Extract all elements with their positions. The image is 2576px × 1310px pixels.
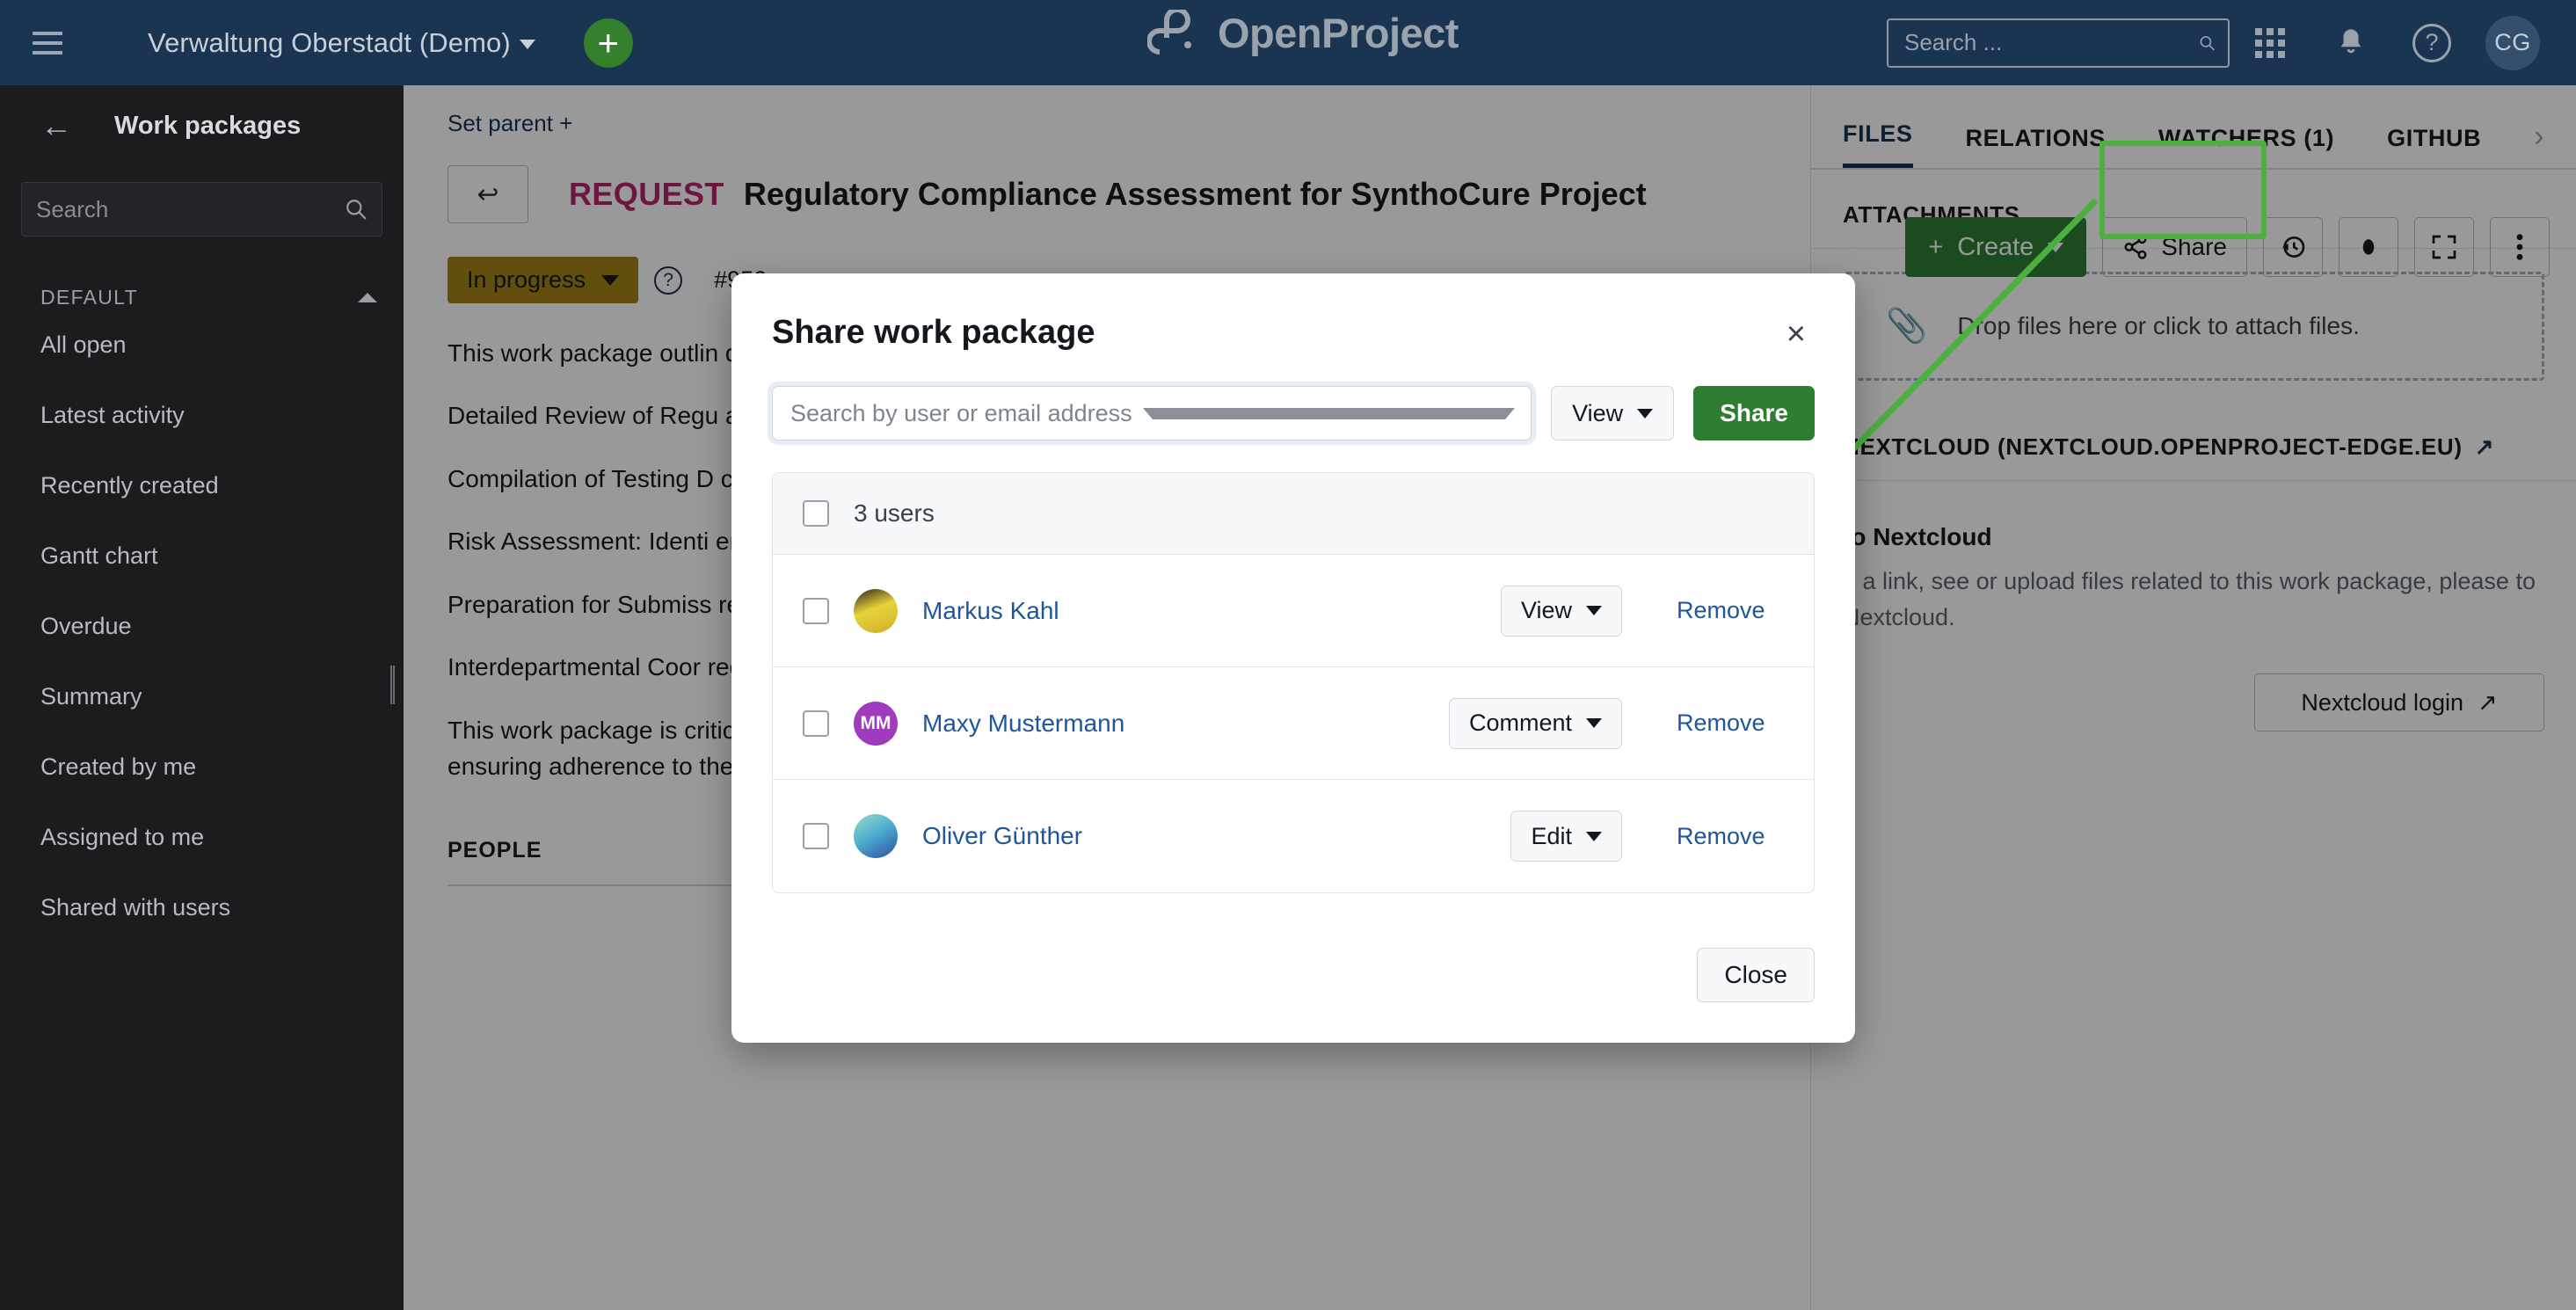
sidebar-item-all-open[interactable]: All open (0, 309, 404, 380)
user-search-placeholder: Search by user or email address (790, 400, 1143, 427)
modal-title: Share work package (772, 314, 1095, 352)
sidebar-item-shared-with-users[interactable]: Shared with users (0, 872, 404, 942)
user-name-link[interactable]: Oliver Günther (922, 822, 1082, 850)
help-button[interactable]: ? (2391, 0, 2472, 85)
user-name-link[interactable]: Maxy Mustermann (922, 710, 1124, 738)
user-menu-button[interactable]: CG (2472, 0, 2553, 85)
role-dropdown[interactable]: Comment (1449, 698, 1622, 749)
share-submit-button[interactable]: Share (1693, 386, 1815, 440)
project-selector[interactable]: Verwaltung Oberstadt (Demo) (148, 27, 535, 59)
sidebar-item-label: All open (40, 331, 127, 359)
share-submit-label: Share (1720, 399, 1788, 427)
project-name-label: Verwaltung Oberstadt (Demo) (148, 27, 511, 58)
sidebar-item-label: Shared with users (40, 894, 230, 921)
avatar: MM (854, 702, 898, 746)
avatar: CG (2485, 16, 2540, 70)
sidebar-item-label: Created by me (40, 753, 196, 781)
sidebar-item-label: Assigned to me (40, 824, 204, 851)
remove-link[interactable]: Remove (1677, 823, 1782, 850)
sidebar-title: Work packages (114, 112, 301, 141)
list-header: 3 users (773, 473, 1814, 555)
add-button[interactable]: + (584, 18, 633, 68)
role-label: Comment (1469, 710, 1572, 737)
sidebar-group-label: DEFAULT (40, 286, 138, 309)
top-bar: Verwaltung Oberstadt (Demo) + OpenProjec… (0, 0, 2576, 85)
hamburger-icon[interactable] (33, 32, 62, 55)
chevron-down-icon (520, 40, 535, 49)
role-dropdown[interactable]: Edit (1510, 811, 1622, 862)
table-row: MM Maxy Mustermann Comment Remove (773, 667, 1814, 780)
sidebar-item-latest-activity[interactable]: Latest activity (0, 380, 404, 450)
search-input[interactable] (1904, 29, 2199, 56)
chevron-down-icon (1637, 409, 1653, 418)
avatar (854, 589, 898, 633)
table-row: Oliver Günther Edit Remove (773, 780, 1814, 892)
chevron-down-icon (1586, 832, 1602, 841)
user-name-link[interactable]: Markus Kahl (922, 597, 1059, 625)
sidebar-item-label: Gantt chart (40, 542, 158, 570)
sidebar-item-label: Overdue (40, 613, 132, 640)
sidebar-resize-handle[interactable] (390, 666, 395, 704)
default-role-dropdown[interactable]: View (1551, 386, 1674, 440)
sidebar-item-assigned-to-me[interactable]: Assigned to me (0, 802, 404, 872)
grid-icon (2255, 28, 2285, 58)
avatar (854, 814, 898, 858)
select-all-checkbox[interactable] (803, 500, 829, 527)
search-icon (345, 198, 367, 221)
role-dropdown[interactable]: View (1501, 586, 1622, 637)
chevron-down-icon (1586, 606, 1602, 615)
role-label: View (1521, 597, 1572, 624)
modules-button[interactable] (2230, 0, 2310, 85)
share-input-row: Search by user or email address View Sha… (731, 354, 1855, 440)
sidebar-item-recently-created[interactable]: Recently created (0, 450, 404, 520)
remove-link[interactable]: Remove (1677, 597, 1782, 624)
sidebar-item-summary[interactable]: Summary (0, 661, 404, 731)
sidebar-group-default[interactable]: DEFAULT (0, 286, 404, 309)
global-search[interactable] (1887, 18, 2230, 68)
question-mark-icon: ? (2412, 24, 2451, 62)
back-arrow-icon[interactable]: ← (40, 110, 72, 142)
avatar-initials: CG (2494, 29, 2531, 56)
sidebar-search-input[interactable] (36, 196, 345, 223)
brand-logo[interactable]: OpenProject (1147, 9, 1459, 57)
user-search-select[interactable]: Search by user or email address (772, 386, 1532, 440)
shared-users-list: 3 users Markus Kahl View Remove MM Maxy Must… (772, 472, 1815, 893)
chevron-down-icon (1143, 408, 1515, 419)
row-checkbox[interactable] (803, 598, 829, 624)
annotation-highlight-box (2099, 141, 2267, 239)
close-button[interactable]: Close (1697, 948, 1815, 1002)
help-label: ? (2425, 29, 2438, 56)
avatar-initials: MM (861, 713, 891, 734)
row-checkbox[interactable] (803, 823, 829, 849)
user-count-label: 3 users (854, 499, 935, 528)
sidebar-search[interactable] (21, 182, 382, 237)
chevron-down-icon (1586, 718, 1602, 728)
sidebar-item-gantt-chart[interactable]: Gantt chart (0, 520, 404, 591)
close-button-label: Close (1724, 961, 1787, 989)
remove-link[interactable]: Remove (1677, 710, 1782, 737)
default-role-label: View (1572, 400, 1623, 427)
notifications-button[interactable] (2310, 0, 2391, 85)
bell-icon (2336, 26, 2366, 60)
chevron-up-icon (358, 293, 377, 302)
sidebar: ← Work packages DEFAULT All open Latest a… (0, 85, 404, 1310)
sidebar-item-created-by-me[interactable]: Created by me (0, 731, 404, 802)
top-bar-actions: ? CG (1887, 0, 2553, 85)
sidebar-item-label: Recently created (40, 472, 219, 499)
brand-name: OpenProject (1218, 9, 1459, 57)
close-icon[interactable]: × (1778, 314, 1815, 354)
sidebar-item-overdue[interactable]: Overdue (0, 591, 404, 661)
sidebar-header: ← Work packages (0, 85, 404, 166)
search-icon (2199, 31, 2216, 55)
row-checkbox[interactable] (803, 710, 829, 737)
openproject-logo-icon (1147, 10, 1202, 57)
role-label: Edit (1531, 823, 1572, 850)
share-work-package-modal: Share work package × Search by user or e… (731, 273, 1855, 1043)
table-row: Markus Kahl View Remove (773, 555, 1814, 667)
sidebar-item-label: Latest activity (40, 402, 185, 429)
sidebar-item-label: Summary (40, 683, 142, 710)
modal-header: Share work package × (731, 273, 1855, 354)
modal-footer: Close (731, 948, 1855, 1043)
